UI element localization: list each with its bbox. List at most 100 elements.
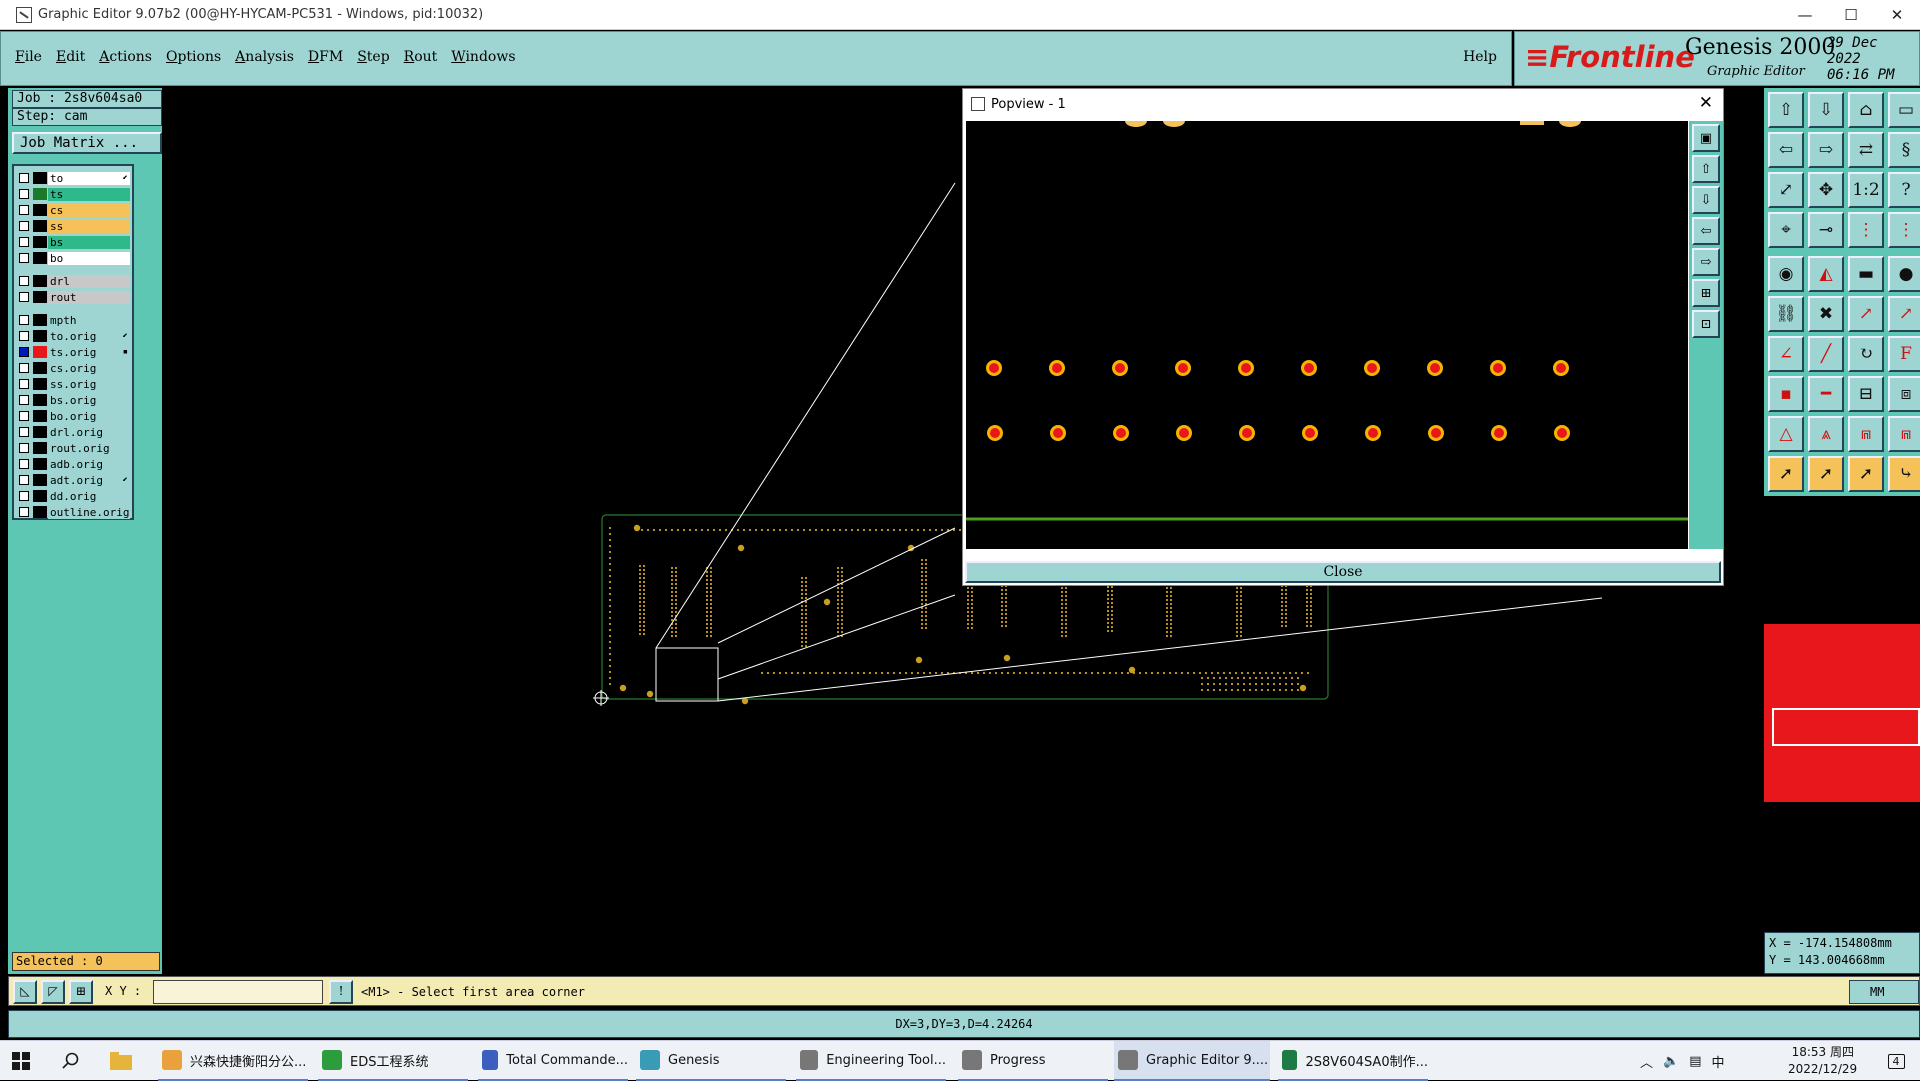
- layer-name[interactable]: rout: [48, 290, 130, 304]
- select-net-icon[interactable]: ⤷: [1888, 456, 1920, 492]
- tray-icons[interactable]: ︿ 🔈 ▤ 中: [1640, 1041, 1725, 1081]
- layer-name[interactable]: drl.orig: [48, 425, 130, 439]
- copy-icon[interactable]: ↗: [1888, 296, 1920, 332]
- layer-checkbox[interactable]: [19, 395, 29, 405]
- angle-icon[interactable]: ∠: [1768, 336, 1804, 372]
- start-icon[interactable]: [12, 1041, 36, 1081]
- ime-indicator[interactable]: 中: [1712, 1052, 1725, 1071]
- layer-checkbox[interactable]: [19, 205, 29, 215]
- taskbar-item[interactable]: EDS工程系统: [318, 1041, 468, 1081]
- menu-actions[interactable]: Actions: [99, 49, 152, 65]
- layer-row[interactable]: bo: [14, 250, 132, 266]
- zoom-fit-icon[interactable]: ⤢: [1768, 172, 1804, 208]
- layer-row[interactable]: drl.orig: [14, 424, 132, 440]
- menu-windows[interactable]: Windows: [451, 49, 515, 65]
- file-explorer-icon[interactable]: [110, 1041, 134, 1081]
- arch-alt-icon[interactable]: ⩎: [1888, 416, 1920, 452]
- layer-name[interactable]: mpth: [48, 313, 130, 327]
- popview-canvas[interactable]: [966, 121, 1688, 549]
- menu-help[interactable]: Help: [1463, 49, 1497, 65]
- layer-checkbox[interactable]: [19, 221, 29, 231]
- shapes-icon[interactable]: ⧈: [1888, 376, 1920, 412]
- layer-checkbox[interactable]: [19, 189, 29, 199]
- zoom-center-icon[interactable]: ✥: [1808, 172, 1844, 208]
- swap-icon[interactable]: ⇄: [1848, 132, 1884, 168]
- search-icon[interactable]: [62, 1041, 86, 1081]
- delete-feature-icon[interactable]: ✖: [1808, 296, 1844, 332]
- layer-checkbox[interactable]: [19, 363, 29, 373]
- dimension-icon[interactable]: ⊟: [1848, 376, 1884, 412]
- layer-row[interactable]: outline.orig: [14, 504, 132, 520]
- layer-checkbox[interactable]: [19, 379, 29, 389]
- popview-tool-icon[interactable]: ▣: [1692, 124, 1720, 152]
- maximize-button[interactable]: ☐: [1828, 0, 1874, 30]
- layer-checkbox[interactable]: [19, 276, 29, 286]
- layer-name[interactable]: ss.orig: [48, 377, 130, 391]
- pan-left-icon[interactable]: ⇦: [1768, 132, 1804, 168]
- taskbar-item[interactable]: Genesis: [636, 1041, 786, 1081]
- layer-name[interactable]: adt.orig ⬋: [48, 473, 130, 487]
- close-button[interactable]: ✕: [1874, 0, 1920, 30]
- snap-mode-icon[interactable]: ◺: [13, 980, 37, 1004]
- taskbar-item[interactable]: Total Commande...: [478, 1041, 628, 1081]
- select-pointer-icon[interactable]: ➚: [1768, 456, 1804, 492]
- layer-checkbox[interactable]: [19, 315, 29, 325]
- layer-row[interactable]: bs: [14, 234, 132, 250]
- layer-row[interactable]: ss.orig: [14, 376, 132, 392]
- layer-checkbox[interactable]: [19, 347, 29, 357]
- minimize-button[interactable]: —: [1782, 0, 1828, 30]
- menu-file[interactable]: File: [15, 49, 42, 65]
- layer-checkbox[interactable]: [19, 491, 29, 501]
- layer-row[interactable]: dd.orig: [14, 488, 132, 504]
- layer-row[interactable]: cs: [14, 202, 132, 218]
- popview-close-icon[interactable]: ✕: [1699, 93, 1713, 113]
- arch-icon[interactable]: ⩎: [1848, 416, 1884, 452]
- taskbar-clock[interactable]: 18:53 周四 2022/12/29: [1788, 1044, 1857, 1078]
- pad-edit-icon[interactable]: ▪: [1768, 376, 1804, 412]
- volume-icon[interactable]: 🔈: [1663, 1054, 1679, 1069]
- layer-name[interactable]: rout.orig: [48, 441, 130, 455]
- menu-analysis[interactable]: Analysis: [235, 49, 294, 65]
- popview-down-icon[interactable]: ⇩: [1692, 186, 1720, 214]
- layer-checkbox[interactable]: [19, 443, 29, 453]
- layer-row[interactable]: drl: [14, 273, 132, 289]
- layer-name[interactable]: drl: [48, 274, 130, 288]
- layer-row[interactable]: ts.orig ▪: [14, 344, 132, 360]
- dash-icon[interactable]: ━: [1808, 376, 1844, 412]
- layer-name[interactable]: outline.orig: [48, 505, 130, 519]
- measure-icon[interactable]: ⌖: [1768, 212, 1804, 248]
- menu-rout[interactable]: Rout: [404, 49, 438, 65]
- menu-options[interactable]: Options: [166, 49, 221, 65]
- notification-icon[interactable]: 4: [1876, 1041, 1916, 1081]
- layer-name[interactable]: ss: [48, 219, 130, 233]
- popview-up-icon[interactable]: ⇧: [1692, 155, 1720, 183]
- layer-checkbox[interactable]: [19, 427, 29, 437]
- chevron-up-icon[interactable]: ︿: [1640, 1052, 1653, 1071]
- layer-row[interactable]: rout: [14, 289, 132, 305]
- layer-name[interactable]: bs.orig: [48, 393, 130, 407]
- pad-add-icon[interactable]: ◉: [1768, 256, 1804, 292]
- popview-close-button[interactable]: Close: [965, 561, 1721, 583]
- layer-checkbox[interactable]: [19, 292, 29, 302]
- layer-name[interactable]: dd.orig: [48, 489, 130, 503]
- popview-window[interactable]: Popview - 1 ✕ ▣ ⇧ ⇩ ⇦ ⇨ ⊞ ⊡ Close: [962, 88, 1724, 586]
- text-icon[interactable]: F: [1888, 336, 1920, 372]
- taskbar-item[interactable]: 2S8V604SA0制作...: [1278, 1041, 1428, 1081]
- menu-step[interactable]: Step: [357, 49, 389, 65]
- popview-title-bar[interactable]: Popview - 1: [963, 89, 1723, 119]
- arc-icon[interactable]: ↻: [1848, 336, 1884, 372]
- layer-name[interactable]: to ⬋: [48, 171, 130, 185]
- home-icon[interactable]: ⌂: [1848, 92, 1884, 128]
- network-icon[interactable]: ▤: [1689, 1054, 1701, 1069]
- layer-name[interactable]: cs: [48, 203, 130, 217]
- layer-row[interactable]: adb.orig: [14, 456, 132, 472]
- layer-name[interactable]: adb.orig: [48, 457, 130, 471]
- round-pad-icon[interactable]: ●: [1888, 256, 1920, 292]
- menu-dfm[interactable]: DFM: [308, 49, 343, 65]
- layer-row[interactable]: bo.orig: [14, 408, 132, 424]
- popview-zoom-out-icon[interactable]: ⊡: [1692, 310, 1720, 338]
- layer-row[interactable]: to ⬋: [14, 170, 132, 186]
- layer-checkbox[interactable]: [19, 331, 29, 341]
- popview-left-icon[interactable]: ⇦: [1692, 217, 1720, 245]
- layer-row[interactable]: mpth: [14, 312, 132, 328]
